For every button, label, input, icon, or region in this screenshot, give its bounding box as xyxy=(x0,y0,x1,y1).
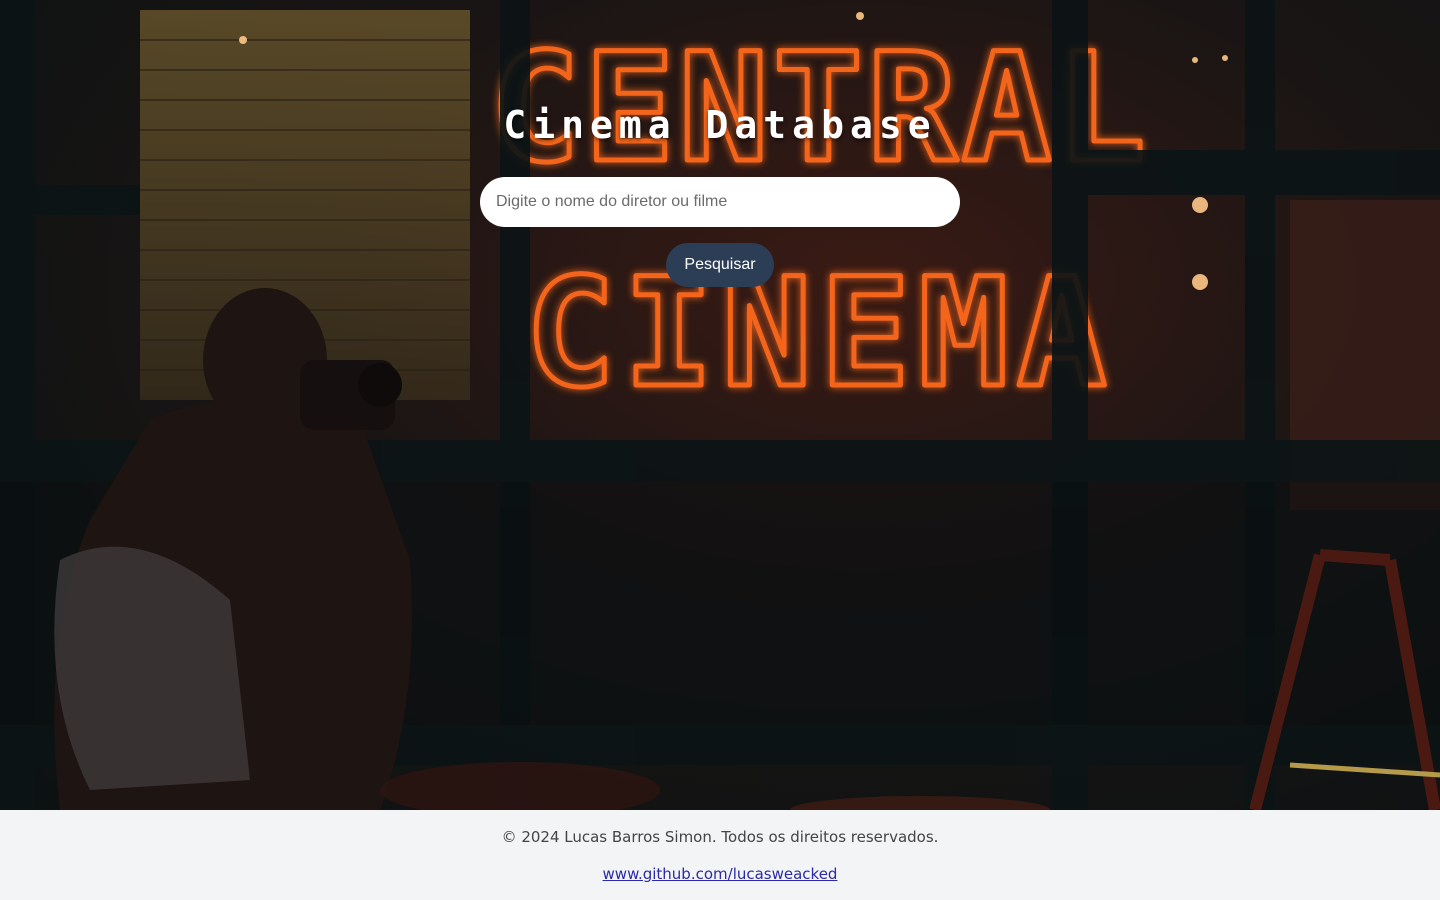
hero-section: CENTRAL CINEMA Cinema Database Digite o … xyxy=(0,0,1440,810)
search-input[interactable] xyxy=(480,177,960,227)
github-link[interactable]: www.github.com/lucasweacked xyxy=(603,865,838,883)
search-panel: Cinema Database Pesquisar xyxy=(0,0,1440,287)
footer: © 2024 Lucas Barros Simon. Todos os dire… xyxy=(0,810,1440,900)
page-title: Cinema Database xyxy=(503,103,937,147)
copyright-text: © 2024 Lucas Barros Simon. Todos os dire… xyxy=(501,828,939,846)
search-button[interactable]: Pesquisar xyxy=(666,243,774,287)
